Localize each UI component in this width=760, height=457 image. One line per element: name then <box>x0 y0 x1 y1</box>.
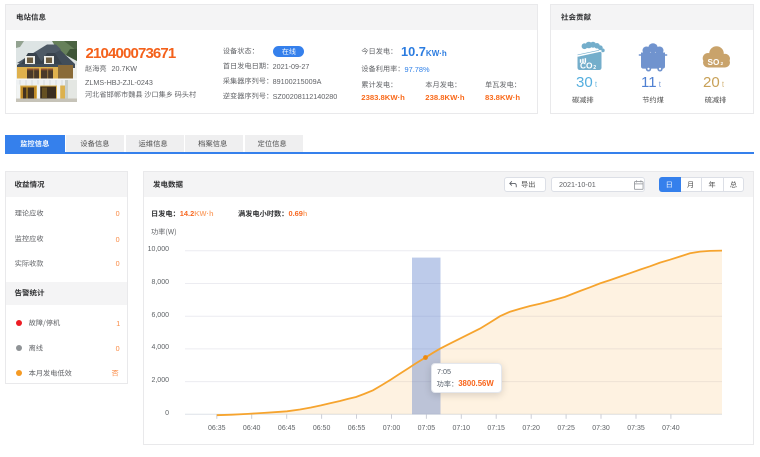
svg-text:SO: SO <box>708 58 720 67</box>
svg-text:2: 2 <box>721 61 724 67</box>
svg-text:2: 2 <box>593 65 596 71</box>
svg-text:CO: CO <box>580 61 593 71</box>
